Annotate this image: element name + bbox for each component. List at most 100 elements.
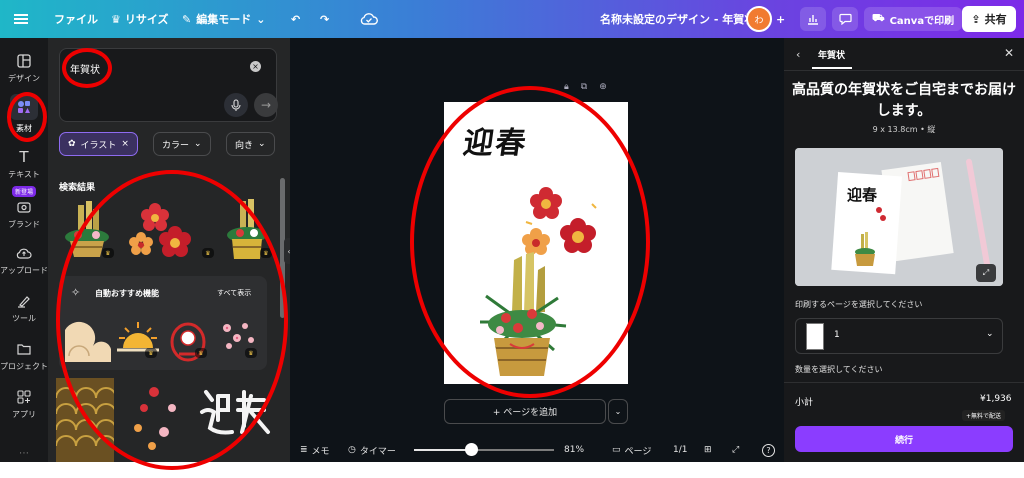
add-page-icon[interactable]: ⊕ [599, 82, 607, 92]
duplicate-page-icon[interactable]: ⧉ [581, 82, 587, 92]
redo-icon[interactable]: ↷ [320, 0, 329, 38]
premium-crown-icon: ♛ [260, 248, 272, 258]
print-panel: ‹ 年賀状 ✕ 高品質の年賀状をご自宅までお届けします。 9 x 13.8cm … [784, 38, 1024, 462]
timer-button[interactable]: ◷ タイマー [348, 438, 396, 462]
rail-item-upload[interactable]: アップロード [0, 244, 48, 276]
help-icon[interactable]: ? [762, 438, 775, 462]
close-icon[interactable]: ✕ [1004, 46, 1014, 60]
rail-label: ブランド [8, 220, 40, 229]
result-geishun-calligraphy[interactable] [198, 382, 274, 452]
grid-view-icon[interactable]: ⊞ [704, 438, 712, 462]
lock-icon[interactable]: 🔒︎ [564, 82, 569, 92]
reco-blossoms[interactable]: ♛ [215, 316, 261, 362]
pages-label: ページ [624, 446, 652, 457]
timer-icon: ◷ [348, 445, 356, 455]
rail-item-apps[interactable]: アプリ [0, 388, 48, 420]
rail-item-design[interactable]: デザイン [0, 52, 48, 84]
print-product-tab[interactable]: 年賀状 [818, 48, 845, 61]
remove-filter-icon[interactable]: × [121, 139, 129, 149]
subtotal-label: 小計 [795, 398, 814, 408]
rail-label: アプリ [12, 410, 36, 419]
filter-chip-illustration[interactable]: ✿ イラスト × [59, 132, 138, 156]
page-count: 1/1 [673, 445, 688, 455]
insights-chart-icon[interactable] [800, 7, 826, 31]
back-chevron-icon[interactable]: ‹ [796, 48, 800, 61]
notes-button[interactable]: ≣ メモ [300, 438, 330, 462]
zoom-slider[interactable] [414, 449, 554, 451]
avatar[interactable]: わ [746, 6, 772, 32]
search-results-grid: ♛ ♛ ♛ [56, 196, 278, 268]
filter-chip-orientation[interactable]: 向き ⌄ [226, 132, 275, 156]
rail-item-brand[interactable]: ブランド [0, 198, 48, 230]
search-results-heading: 検索結果 [59, 183, 96, 193]
reco-wave-pattern[interactable] [65, 316, 112, 362]
rail-label: デザイン [8, 74, 40, 83]
menu-icon[interactable] [14, 0, 30, 38]
result-plum-flowers[interactable]: ♛ [122, 196, 214, 262]
print-with-canva-button[interactable]: ⛟ Canvaで印刷 [864, 7, 963, 31]
search-box[interactable]: 年賀状 × → [59, 48, 278, 122]
layout-icon [15, 52, 33, 70]
rail-label: ツール [12, 314, 36, 323]
page-thumbnail [806, 323, 824, 350]
result-kadomatsu-2[interactable]: ♛ [216, 196, 278, 262]
left-rail: デザイン 素材 T テキスト 新登場 ブランド アップロード ツール プロジェク… [0, 38, 48, 462]
rail-label: 素材 [16, 124, 32, 133]
reco-daruma[interactable]: ♛ [165, 316, 211, 362]
premium-crown-icon: ♛ [145, 348, 157, 358]
kadomatsu-illustration[interactable] [466, 252, 576, 382]
continue-button[interactable]: 続行 [795, 426, 1013, 452]
comment-icon[interactable] [832, 7, 858, 31]
zoom-slider-handle[interactable] [464, 443, 478, 456]
edit-mode-dropdown[interactable]: ✎ 編集モード ⌄ [182, 0, 265, 38]
expand-preview-icon[interactable]: ⤢ [976, 264, 996, 282]
pages-icon: ▭ [612, 445, 621, 455]
preview-heading: 迎春 [847, 186, 877, 204]
rail-item-more[interactable]: ⋯ [0, 444, 48, 465]
print-panel-title: 高品質の年賀状をご自宅までお届けします。 [792, 82, 1016, 119]
page-select-dropdown[interactable]: 1 ⌄ [795, 318, 1003, 354]
premium-crown-icon: ♛ [195, 348, 207, 358]
undo-icon[interactable]: ↶ [291, 0, 300, 38]
more-apps-icon: ⋯ [19, 447, 29, 459]
resize-button[interactable]: ♛ リサイズ [111, 0, 169, 38]
premium-crown-icon: ♛ [202, 248, 214, 258]
add-collaborator-icon[interactable]: + [776, 0, 785, 38]
reco-sunrise[interactable]: ♛ [115, 316, 161, 362]
auto-recommend-section: ✧ 自動おすすめ機能 すべて表示 ♛ ♛ ♛ [59, 276, 267, 370]
fullscreen-icon[interactable]: ⤢ [732, 438, 739, 462]
rail-item-tools[interactable]: ツール [0, 292, 48, 324]
truck-icon: ⛟ [872, 12, 885, 24]
chevron-down-icon: ⌄ [986, 329, 994, 339]
filter-chip-color[interactable]: カラー ⌄ [153, 132, 211, 156]
result-wave-pattern[interactable] [55, 378, 117, 462]
add-page-button[interactable]: + ページを追加 [444, 399, 606, 424]
pages-button[interactable]: ▭ ページ [612, 438, 651, 462]
apps-icon [15, 388, 33, 406]
rail-item-text[interactable]: T テキスト [0, 148, 48, 180]
page-heading-calligraphy[interactable]: 迎春 [461, 118, 531, 162]
rail-item-elements[interactable]: 素材 [0, 94, 48, 134]
subtotal-price: ¥1,936 [980, 394, 1012, 404]
premium-crown-icon: ♛ [245, 348, 257, 358]
share-button[interactable]: ⇪ 共有 [962, 6, 1016, 32]
document-title[interactable]: 名称未設定のデザイン - 年賀状 [600, 0, 755, 38]
search-input[interactable]: 年賀状 [70, 61, 100, 76]
file-menu-button[interactable]: ファイル [54, 0, 98, 38]
design-page[interactable]: 迎春 [444, 102, 628, 384]
selected-page-value: 1 [834, 330, 840, 340]
chevron-down-icon: ⌄ [258, 139, 266, 149]
card-size-label: 9 x 13.8cm • 縦 [872, 125, 936, 134]
clear-search-icon[interactable]: × [250, 61, 261, 72]
microphone-icon[interactable] [224, 93, 248, 117]
cloud-saved-icon[interactable] [360, 0, 378, 38]
folder-icon [15, 340, 33, 358]
notes-label: メモ [311, 446, 330, 457]
result-scattered-flowers[interactable] [124, 378, 194, 462]
rail-item-projects[interactable]: プロジェクト [0, 340, 48, 372]
add-page-options-chevron-icon[interactable]: ⌄ [608, 399, 628, 424]
zoom-level[interactable]: 81% [564, 438, 584, 462]
submit-search-arrow-icon[interactable]: → [254, 93, 278, 117]
see-all-link[interactable]: すべて表示 [217, 288, 251, 298]
result-kadomatsu-1[interactable]: ♛ [56, 196, 118, 262]
